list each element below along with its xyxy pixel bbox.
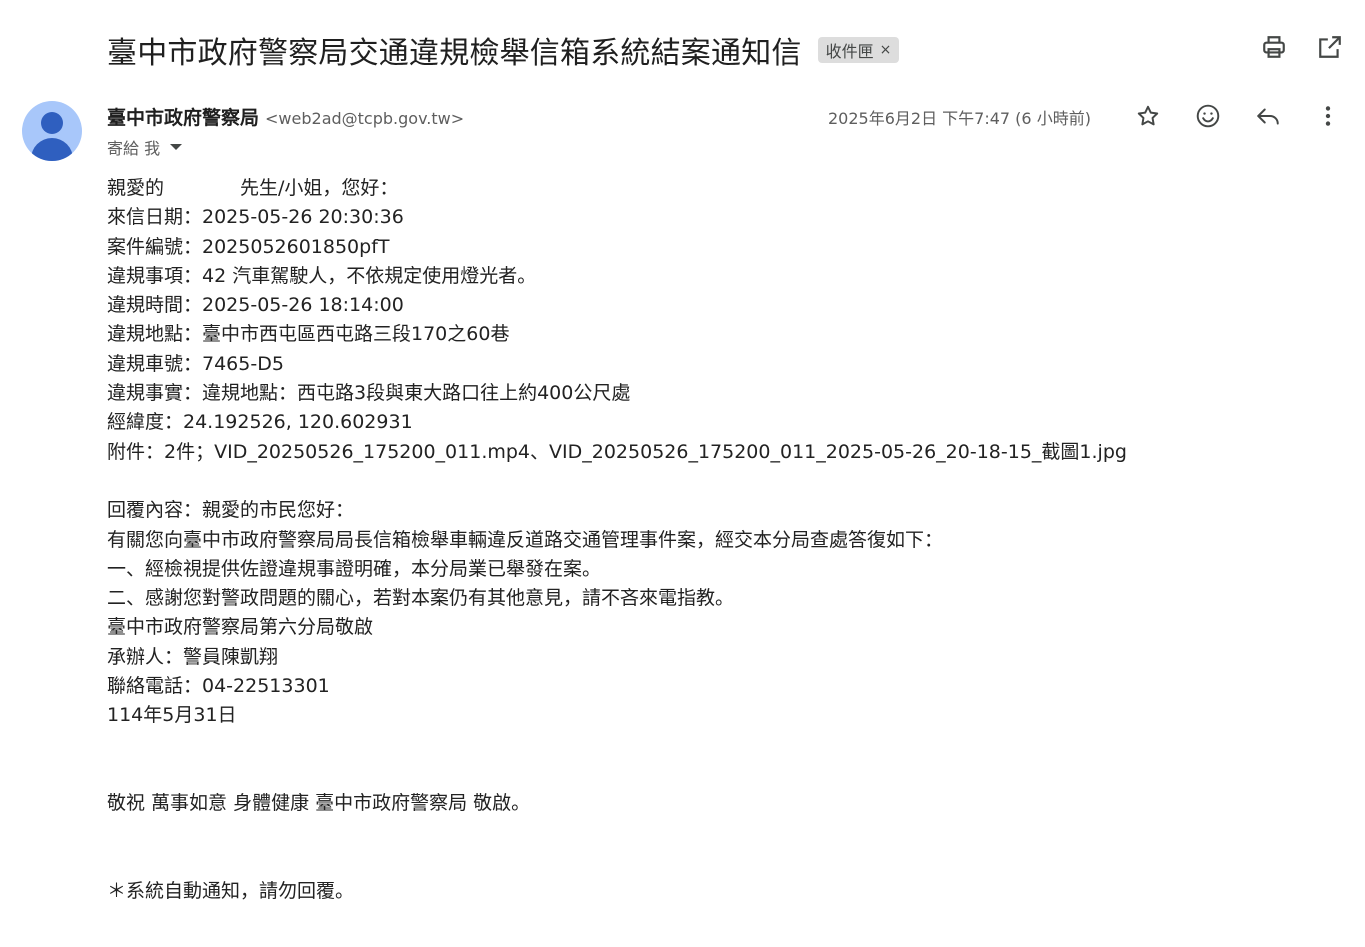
message-date: 2025年6月2日 下午7:47 (6 小時前) <box>828 109 1091 128</box>
sender-avatar[interactable] <box>22 101 82 161</box>
case-number-line: 案件編號：2025052601850pfT <box>107 235 390 258</box>
signature-unit-line: 臺中市政府警察局第六分局敬啟 <box>107 616 374 639</box>
violation-location-line: 違規地點：臺中市西屯區西屯路三段170之60巷 <box>107 323 510 346</box>
reply-point2-line: 二、感謝您對警政問題的關心，若對本案仍有其他意見，請不吝來電指教。 <box>107 587 735 610</box>
message-actions <box>1133 101 1343 131</box>
print-icon[interactable] <box>1259 32 1289 62</box>
remove-label-icon[interactable]: × <box>880 42 892 58</box>
avatar-body <box>31 138 73 161</box>
handler-line: 承辦人：警員陳凱翔 <box>107 645 279 668</box>
violation-item-line: 違規事項：42 汽車駕駛人，不依規定使用燈光者。 <box>107 264 537 287</box>
reply-intro-line: 有關您向臺中市政府警察局局長信箱檢舉車輛違反道路交通管理事件案，經交本分局查處答… <box>107 528 944 551</box>
reply-point1-line: 一、經檢視提供佐證違規事證明確，本分局業已舉發在案。 <box>107 557 602 580</box>
inbox-label-chip[interactable]: 收件匣 × <box>817 37 900 63</box>
thread-actions <box>1259 32 1345 62</box>
emoji-icon[interactable] <box>1193 101 1223 131</box>
received-date-line: 來信日期：2025-05-26 20:30:36 <box>107 206 404 229</box>
sender-row: 臺中市政府警察局 <web2ad@tcpb.gov.tw> <box>107 103 464 130</box>
inbox-label-text: 收件匣 <box>825 42 874 61</box>
more-vert-icon[interactable] <box>1313 101 1343 131</box>
open-in-new-icon[interactable] <box>1315 32 1345 62</box>
subject-row: 臺中市政府警察局交通違規檢舉信箱系統結案通知信 收件匣 × <box>107 28 900 72</box>
violation-fact-line: 違規事實：違規地點：西屯路3段與東大路口往上約400公尺處 <box>107 382 631 405</box>
sender-email: <web2ad@tcpb.gov.tw> <box>265 109 465 128</box>
show-details-dropdown-icon[interactable] <box>170 144 183 150</box>
avatar-head <box>41 112 63 134</box>
sender-name[interactable]: 臺中市政府警察局 <box>107 103 259 130</box>
phone-line: 聯絡電話：04-22513301 <box>107 675 330 698</box>
plate-number-line: 違規車號：7465-D5 <box>107 352 284 375</box>
star-icon[interactable] <box>1133 101 1163 131</box>
violation-time-line: 違規時間：2025-05-26 18:14:00 <box>107 294 404 317</box>
reply-icon[interactable] <box>1253 101 1283 131</box>
coordinates-line: 經緯度：24.192526, 120.602931 <box>107 411 413 434</box>
recipient-text: 寄給 我 <box>107 139 161 158</box>
greeting-line: 親愛的 先生/小姐，您好： <box>107 177 399 199</box>
closing-line: 敬祝 萬事如意 身體健康 臺中市政府警察局 敬啟。 <box>107 792 531 815</box>
reply-date-line: 114年5月31日 <box>107 704 237 727</box>
attachments-line: 附件：2件；VID_20250526_175200_011.mp4、VID_20… <box>107 440 1127 463</box>
auto-notice-line: ＊系統自動通知，請勿回覆。 <box>107 880 355 903</box>
message-body: 親愛的 先生/小姐，您好： 來信日期：2025-05-26 20:30:36 案… <box>107 174 1307 906</box>
reply-header-line: 回覆內容：親愛的市民您好： <box>107 499 355 522</box>
email-subject: 臺中市政府警察局交通違規檢舉信箱系統結案通知信 <box>107 36 802 71</box>
recipient-row: 寄給 我 <box>107 135 183 159</box>
